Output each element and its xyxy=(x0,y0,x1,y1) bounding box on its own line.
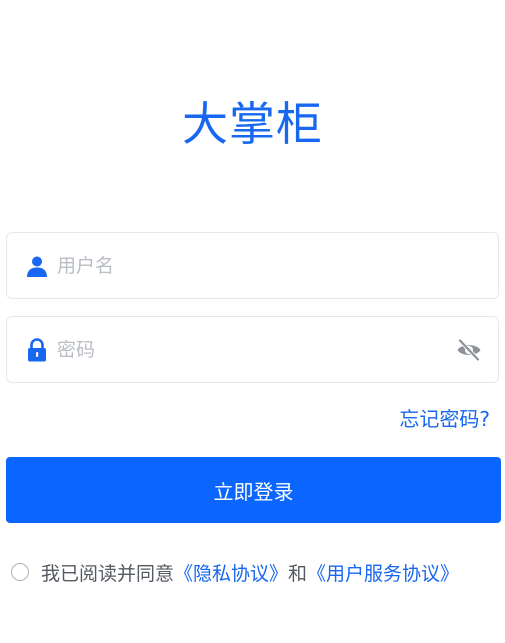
username-field[interactable] xyxy=(6,232,499,299)
forgot-password-link[interactable]: 忘记密码? xyxy=(399,404,490,434)
lock-icon xyxy=(25,338,49,362)
agree-checkbox[interactable] xyxy=(11,563,29,581)
username-input[interactable] xyxy=(57,233,437,298)
login-button[interactable]: 立即登录 xyxy=(6,457,501,523)
eye-off-icon[interactable] xyxy=(456,338,482,362)
privacy-policy-link[interactable]: 《隐私协议》 xyxy=(174,559,288,586)
agreement-prefix: 我已阅读并同意 xyxy=(41,562,175,585)
user-icon xyxy=(25,254,49,278)
app-title: 大掌柜 xyxy=(182,97,323,151)
service-agreement-link[interactable]: 《用户服务协议》 xyxy=(307,559,459,586)
password-input[interactable] xyxy=(57,317,437,382)
agreement-row: 我已阅读并同意 《隐私协议》 和 《用户服务协议》 xyxy=(11,556,459,588)
agreement-connector: 和 xyxy=(288,562,308,585)
password-field[interactable] xyxy=(6,316,499,383)
